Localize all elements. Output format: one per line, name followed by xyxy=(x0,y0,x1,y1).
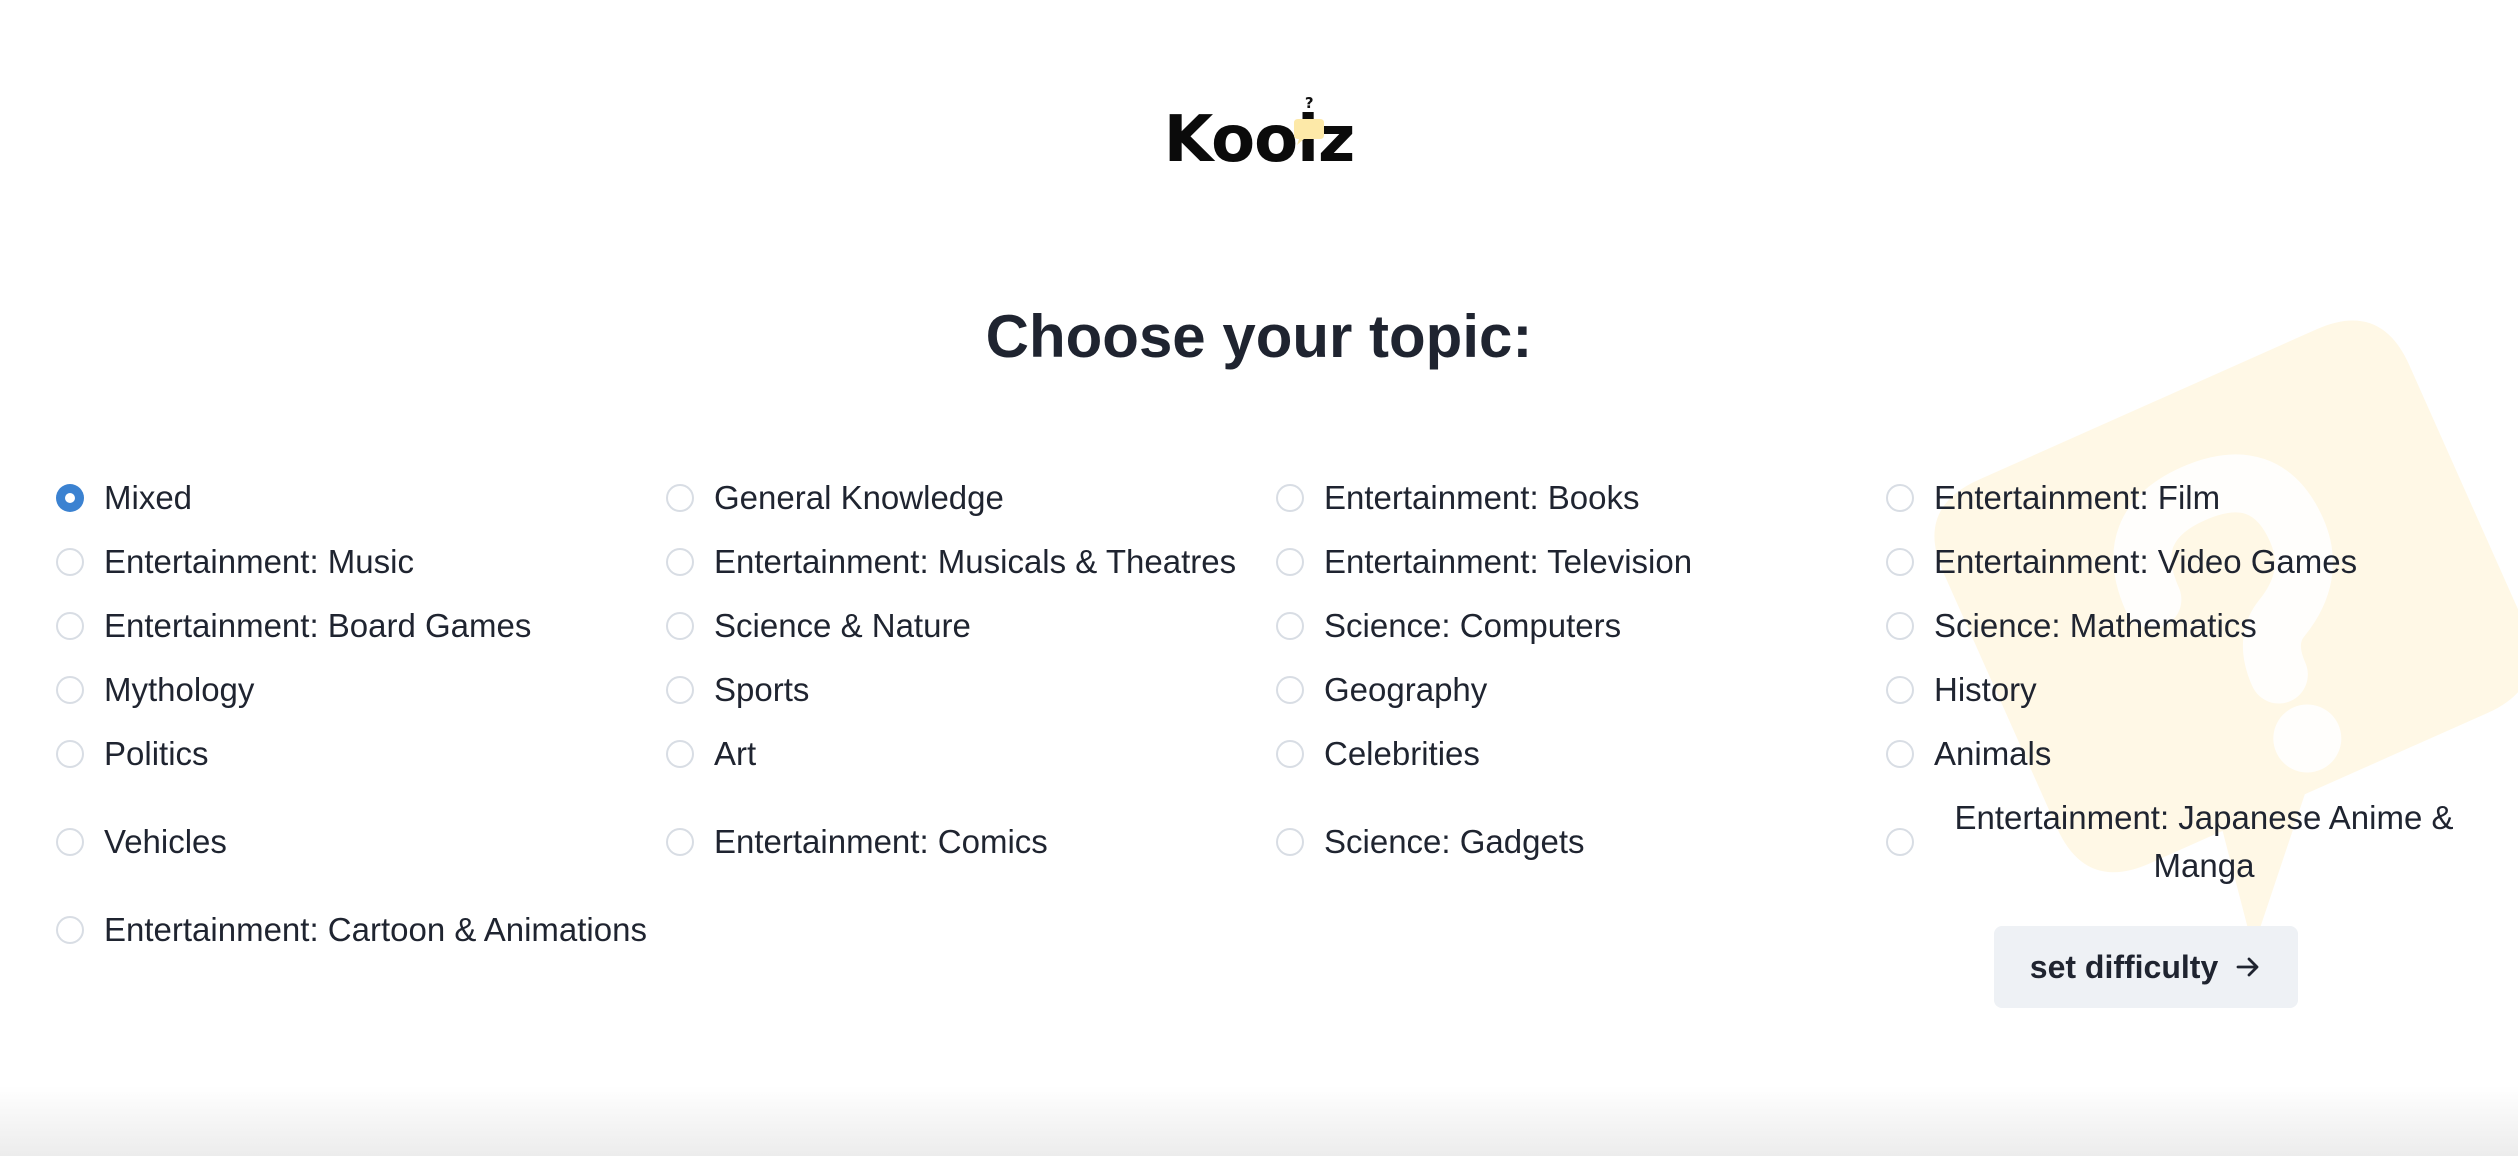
topic-option-general-knowledge[interactable]: General Knowledge xyxy=(666,474,1276,522)
arrow-right-icon xyxy=(2236,957,2259,977)
topic-label: Entertainment: Television xyxy=(1324,543,1693,580)
topic-label: Entertainment: Cartoon & Animations xyxy=(104,911,647,948)
topic-option-science-computers[interactable]: Science: Computers xyxy=(1276,602,1886,650)
topic-label: Politics xyxy=(104,735,209,772)
topic-radio-animals[interactable] xyxy=(1886,740,1914,768)
topic-radio-entertainment-film[interactable] xyxy=(1886,484,1914,512)
topic-option-entertainment-books[interactable]: Entertainment: Books xyxy=(1276,474,1886,522)
set-difficulty-label: set difficulty xyxy=(2029,948,2219,985)
question-bubble-icon: ? xyxy=(1292,94,1326,145)
topic-radio-group: Mixed General Knowledge Entertainment: Boo… xyxy=(56,474,2496,954)
topic-option-politics[interactable]: Politics xyxy=(56,730,666,778)
topic-option-art[interactable]: Art xyxy=(666,730,1276,778)
topic-label: Mixed xyxy=(104,479,193,516)
topic-radio-entertainment-comics[interactable] xyxy=(666,828,694,856)
topic-radio-general-knowledge[interactable] xyxy=(666,484,694,512)
topic-radio-entertainment-board-games[interactable] xyxy=(56,612,84,640)
topic-radio-geography[interactable] xyxy=(1276,676,1304,704)
topic-option-history[interactable]: History xyxy=(1886,666,2496,714)
topic-label: Entertainment: Musicals & Theatres xyxy=(714,543,1237,580)
topic-radio-art[interactable] xyxy=(666,740,694,768)
topic-label: Sports xyxy=(714,671,810,708)
logo: Kooiz ? xyxy=(0,96,2518,173)
topic-radio-science-computers[interactable] xyxy=(1276,612,1304,640)
topic-label: Entertainment: Japanese Anime & Manga xyxy=(1954,799,2454,884)
topic-label: Geography xyxy=(1324,671,1488,708)
topic-label: Vehicles xyxy=(104,823,227,860)
set-difficulty-button[interactable]: set difficulty xyxy=(1994,926,2298,1008)
topic-option-science-gadgets[interactable]: Science: Gadgets xyxy=(1276,794,1886,890)
topic-label: Entertainment: Board Games xyxy=(104,607,532,644)
topic-option-mythology[interactable]: Mythology xyxy=(56,666,666,714)
topic-label: Entertainment: Music xyxy=(104,543,414,580)
topic-radio-celebrities[interactable] xyxy=(1276,740,1304,768)
topic-label: Entertainment: Film xyxy=(1934,479,2221,516)
topic-option-celebrities[interactable]: Celebrities xyxy=(1276,730,1886,778)
topic-option-entertainment-musicals-theatres[interactable]: Entertainment: Musicals & Theatres xyxy=(666,538,1276,586)
topic-option-science-mathematics[interactable]: Science: Mathematics xyxy=(1886,602,2496,650)
topic-radio-science-gadgets[interactable] xyxy=(1276,828,1304,856)
topic-option-entertainment-film[interactable]: Entertainment: Film xyxy=(1886,474,2496,522)
topic-label: Entertainment: Books xyxy=(1324,479,1640,516)
topic-option-entertainment-music[interactable]: Entertainment: Music xyxy=(56,538,666,586)
topic-label: History xyxy=(1934,671,2037,708)
topic-label: Animals xyxy=(1934,735,2052,772)
topic-radio-mythology[interactable] xyxy=(56,676,84,704)
topic-label: Science: Gadgets xyxy=(1324,823,1585,860)
topic-radio-entertainment-books[interactable] xyxy=(1276,484,1304,512)
topic-radio-entertainment-cartoon-animations[interactable] xyxy=(56,916,84,944)
topic-label: Mythology xyxy=(104,671,255,708)
topic-option-entertainment-cartoon-animations[interactable]: Entertainment: Cartoon & Animations xyxy=(56,906,666,954)
topic-label: Science & Nature xyxy=(714,607,971,644)
logo-wordmark: Kooiz ? xyxy=(1164,96,1356,173)
topic-option-entertainment-board-games[interactable]: Entertainment: Board Games xyxy=(56,602,666,650)
topic-radio-entertainment-musicals-theatres[interactable] xyxy=(666,548,694,576)
topic-radio-entertainment-video-games[interactable] xyxy=(1886,548,1914,576)
topic-option-entertainment-video-games[interactable]: Entertainment: Video Games xyxy=(1886,538,2496,586)
topic-option-geography[interactable]: Geography xyxy=(1276,666,1886,714)
topic-radio-vehicles[interactable] xyxy=(56,828,84,856)
topic-radio-politics[interactable] xyxy=(56,740,84,768)
topic-label: Entertainment: Video Games xyxy=(1934,543,2358,580)
topic-radio-entertainment-japanese-anime-manga[interactable] xyxy=(1886,828,1914,856)
bottom-edge-shadow xyxy=(0,1086,2518,1156)
topic-label: Art xyxy=(714,735,757,772)
topic-option-entertainment-japanese-anime-manga[interactable]: Entertainment: Japanese Anime & Manga xyxy=(1886,794,2496,890)
topic-radio-mixed[interactable] xyxy=(56,484,84,512)
logo-text: Kooiz xyxy=(1163,103,1356,177)
topic-label: Celebrities xyxy=(1324,735,1480,772)
topic-option-science-nature[interactable]: Science & Nature xyxy=(666,602,1276,650)
topic-label: Science: Mathematics xyxy=(1934,607,2257,644)
topic-option-sports[interactable]: Sports xyxy=(666,666,1276,714)
topic-radio-entertainment-television[interactable] xyxy=(1276,548,1304,576)
topic-radio-entertainment-music[interactable] xyxy=(56,548,84,576)
topic-radio-sports[interactable] xyxy=(666,676,694,704)
topic-radio-history[interactable] xyxy=(1886,676,1914,704)
topic-option-entertainment-television[interactable]: Entertainment: Television xyxy=(1276,538,1886,586)
logo-bubble-mark: ? xyxy=(1304,94,1314,112)
topic-option-mixed[interactable]: Mixed xyxy=(56,474,666,522)
topic-option-entertainment-comics[interactable]: Entertainment: Comics xyxy=(666,794,1276,890)
topic-radio-science-mathematics[interactable] xyxy=(1886,612,1914,640)
topic-label: Entertainment: Comics xyxy=(714,823,1048,860)
topic-label: Science: Computers xyxy=(1324,607,1622,644)
page-title: Choose your topic: xyxy=(985,303,1533,370)
topic-label: General Knowledge xyxy=(714,479,1004,516)
topic-option-animals[interactable]: Animals xyxy=(1886,730,2496,778)
topic-option-vehicles[interactable]: Vehicles xyxy=(56,794,666,890)
topic-radio-science-nature[interactable] xyxy=(666,612,694,640)
